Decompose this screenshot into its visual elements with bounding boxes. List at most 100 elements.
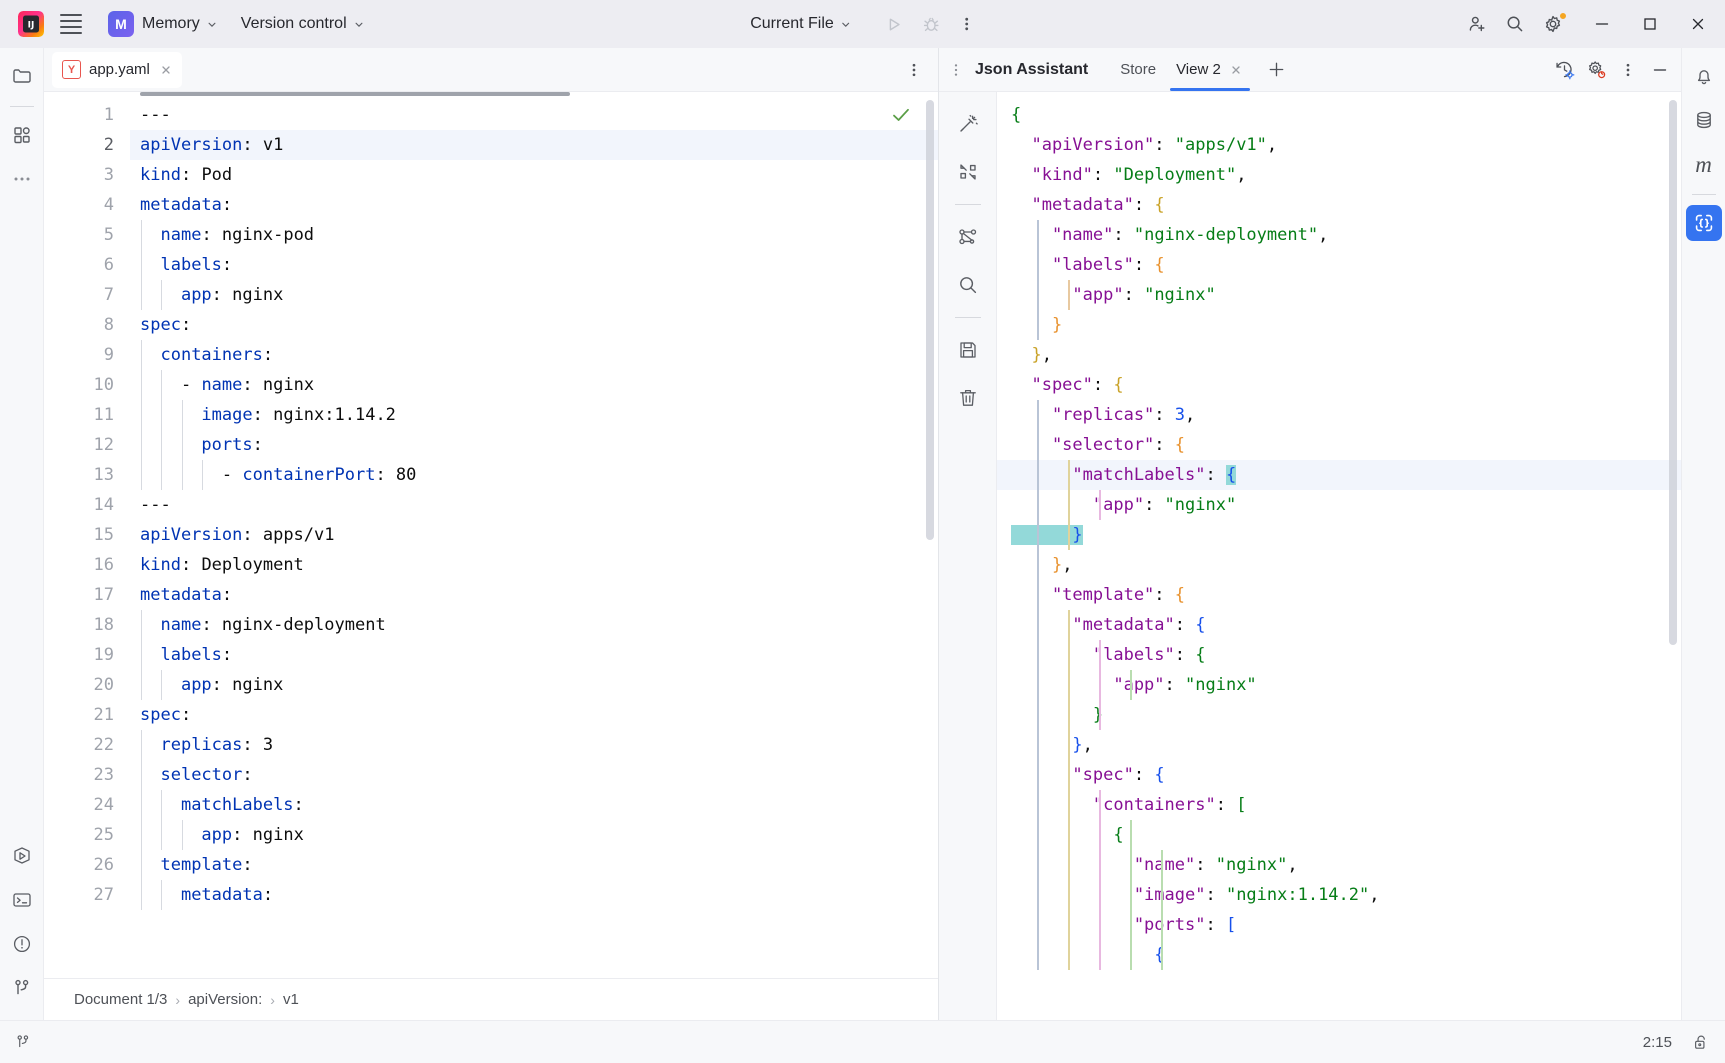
window-minimize-icon[interactable]	[1579, 0, 1625, 48]
yaml-code-lines[interactable]: --- apiVersion: v1 kind: Pod metadata: name…	[130, 92, 938, 910]
json-line[interactable]: "apiVersion": "apps/v1",	[997, 130, 1681, 160]
json-vertical-scrollbar[interactable]	[1669, 100, 1677, 645]
version-control-widget[interactable]: Version control	[233, 7, 372, 41]
sidebar-item-more[interactable]	[4, 161, 40, 197]
sidebar-item-notifications[interactable]	[1686, 58, 1722, 94]
editor-tab-app-yaml[interactable]: Y app.yaml	[52, 51, 182, 88]
sidebar-item-structure[interactable]	[4, 117, 40, 153]
trash-can-icon[interactable]	[950, 380, 986, 416]
code-line[interactable]: replicas: 3	[130, 730, 938, 760]
breadcrumb-item[interactable]: apiVersion:	[188, 991, 262, 1008]
editor-scroll-area[interactable]: 1 2 3 4 5 6 7 8 9 10 11 12 13 14 15 16 17 18 19 20 21 22 23 24 2…	[44, 92, 938, 978]
hamburger-menu-icon[interactable]	[52, 7, 90, 41]
json-line[interactable]: }	[997, 700, 1681, 730]
code-line[interactable]: selector:	[130, 760, 938, 790]
breadcrumb-item[interactable]: v1	[283, 991, 299, 1008]
json-line[interactable]: "spec": {	[997, 760, 1681, 790]
code-line[interactable]: app: nginx	[130, 670, 938, 700]
code-line[interactable]: app: nginx	[130, 280, 938, 310]
breadcrumb[interactable]: Document 1/3 › apiVersion: › v1	[44, 978, 938, 1020]
minimize-icon[interactable]	[1645, 55, 1675, 85]
code-line[interactable]: matchLabels:	[130, 790, 938, 820]
more-vertical-icon[interactable]	[951, 7, 983, 41]
yaml-code-area[interactable]: 1 2 3 4 5 6 7 8 9 10 11 12 13 14 15 16 17 18 19 20 21 22 23 24 2…	[44, 92, 938, 910]
sidebar-item-database[interactable]	[1686, 102, 1722, 138]
debug-bug-icon[interactable]	[914, 7, 949, 41]
breadcrumb-item[interactable]: Document 1/3	[74, 991, 167, 1008]
code-line[interactable]: ---	[130, 100, 938, 130]
json-line[interactable]: {	[997, 100, 1681, 130]
json-line[interactable]: },	[997, 730, 1681, 760]
code-line[interactable]: name: nginx-deployment	[130, 610, 938, 640]
search-icon[interactable]	[950, 267, 986, 303]
json-line[interactable]: }	[997, 520, 1681, 550]
caret-position[interactable]: 2:15	[1643, 1034, 1672, 1051]
close-icon[interactable]	[158, 62, 174, 78]
code-line[interactable]: image: nginx:1.14.2	[130, 400, 938, 430]
history-gear-icon[interactable]	[1549, 55, 1579, 85]
plus-icon[interactable]	[1262, 55, 1292, 85]
code-line[interactable]: - name: nginx	[130, 370, 938, 400]
json-line[interactable]: "spec": {	[997, 370, 1681, 400]
json-line[interactable]: {	[997, 940, 1681, 970]
json-line[interactable]: {	[997, 820, 1681, 850]
sidebar-item-version-control[interactable]	[4, 970, 40, 1006]
code-line[interactable]: app: nginx	[130, 820, 938, 850]
node-graph-icon[interactable]	[950, 219, 986, 255]
json-line[interactable]: "metadata": {	[997, 190, 1681, 220]
json-line[interactable]: "containers": [	[997, 790, 1681, 820]
more-vertical-icon[interactable]	[900, 56, 928, 84]
code-line[interactable]: ---	[130, 490, 938, 520]
search-icon[interactable]	[1497, 7, 1533, 41]
code-line[interactable]: - containerPort: 80	[130, 460, 938, 490]
json-line[interactable]: "app": "nginx"	[997, 670, 1681, 700]
json-line[interactable]: "name": "nginx-deployment",	[997, 220, 1681, 250]
json-line[interactable]: "app": "nginx"	[997, 490, 1681, 520]
run-play-icon[interactable]	[877, 7, 912, 41]
code-line[interactable]: spec:	[130, 310, 938, 340]
json-line[interactable]: }	[997, 310, 1681, 340]
sidebar-item-maven[interactable]: m	[1686, 146, 1722, 182]
floppy-disk-icon[interactable]	[950, 332, 986, 368]
json-line[interactable]: },	[997, 340, 1681, 370]
intellij-idea-logo-icon[interactable]: IJ	[10, 7, 52, 41]
code-line[interactable]: labels:	[130, 250, 938, 280]
json-line[interactable]: "metadata": {	[997, 610, 1681, 640]
code-line[interactable]: template:	[130, 850, 938, 880]
sidebar-item-json-assistant[interactable]	[1685, 205, 1722, 241]
tab-store[interactable]: Store	[1110, 49, 1166, 91]
project-selector[interactable]: M Memory	[100, 7, 225, 41]
add-user-icon[interactable]	[1459, 7, 1495, 41]
git-branch-icon[interactable]	[14, 1033, 32, 1051]
collapse-arrows-icon[interactable]	[950, 154, 986, 190]
magic-wand-icon[interactable]	[950, 106, 986, 142]
tab-view-2[interactable]: View 2	[1166, 49, 1254, 91]
json-line[interactable]: "name": "nginx",	[997, 850, 1681, 880]
code-line[interactable]: kind: Pod	[130, 160, 938, 190]
code-line[interactable]: metadata:	[130, 880, 938, 910]
panel-options-icon[interactable]	[945, 57, 967, 83]
code-line[interactable]: labels:	[130, 640, 938, 670]
sidebar-item-terminal[interactable]	[4, 882, 40, 918]
run-configuration-selector[interactable]: Current File	[742, 7, 859, 41]
code-line[interactable]: metadata:	[130, 580, 938, 610]
code-line[interactable]: kind: Deployment	[130, 550, 938, 580]
checkmark-ok-icon[interactable]	[890, 104, 912, 131]
json-line[interactable]: "matchLabels": {	[997, 460, 1681, 490]
json-line[interactable]: "image": "nginx:1.14.2",	[997, 880, 1681, 910]
code-line[interactable]: metadata:	[130, 190, 938, 220]
json-line[interactable]: "selector": {	[997, 430, 1681, 460]
json-code-lines[interactable]: { "apiVersion": "apps/v1", "kind": "Depl…	[997, 92, 1681, 970]
code-line[interactable]: spec:	[130, 700, 938, 730]
json-line[interactable]: "template": {	[997, 580, 1681, 610]
code-line[interactable]: containers:	[130, 340, 938, 370]
close-icon[interactable]	[1228, 62, 1244, 78]
code-line[interactable]: apiVersion: apps/v1	[130, 520, 938, 550]
window-maximize-icon[interactable]	[1627, 0, 1673, 48]
json-line[interactable]: "replicas": 3,	[997, 400, 1681, 430]
code-line[interactable]: apiVersion: v1	[130, 130, 938, 160]
code-line[interactable]: name: nginx-pod	[130, 220, 938, 250]
json-line[interactable]: "app": "nginx"	[997, 280, 1681, 310]
sidebar-item-project[interactable]	[4, 58, 40, 94]
gear-refresh-icon[interactable]	[1581, 55, 1611, 85]
